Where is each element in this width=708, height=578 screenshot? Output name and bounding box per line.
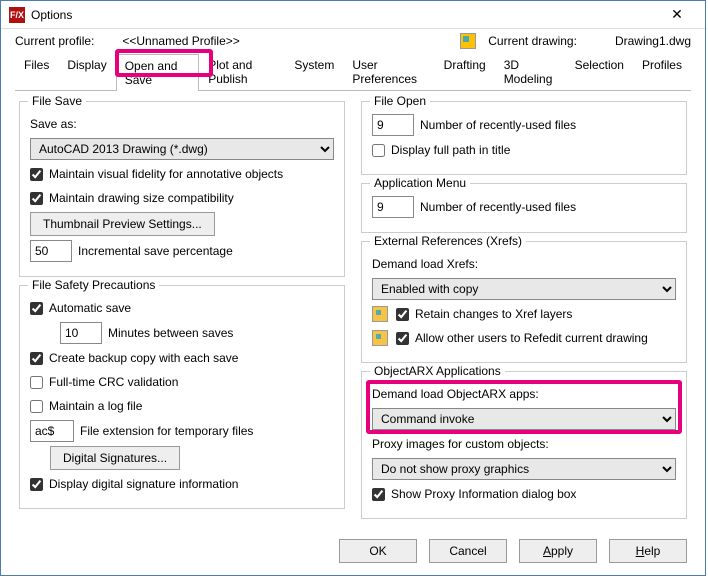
retain-xref-checkbox[interactable] xyxy=(396,308,409,321)
display-sig-checkbox[interactable] xyxy=(30,478,43,491)
profile-label: Current profile: xyxy=(15,34,94,48)
file-safety-title: File Safety Precautions xyxy=(28,278,159,292)
window-title: Options xyxy=(31,8,657,22)
proxy-images-label: Proxy images for custom objects: xyxy=(372,437,549,451)
thumbnail-preview-button[interactable]: Thumbnail Preview Settings... xyxy=(30,212,215,236)
save-as-select[interactable]: AutoCAD 2013 Drawing (*.dwg) xyxy=(30,138,334,160)
file-save-title: File Save xyxy=(28,94,86,108)
demand-xrefs-label: Demand load Xrefs: xyxy=(372,257,478,271)
recent-files-input[interactable] xyxy=(372,114,414,136)
group-xrefs: External References (Xrefs) Demand load … xyxy=(361,241,687,363)
proxy-images-select[interactable]: Do not show proxy graphics xyxy=(372,458,676,480)
show-proxy-label: Show Proxy Information dialog box xyxy=(391,487,576,501)
tab-drafting[interactable]: Drafting xyxy=(435,53,495,90)
tab-system[interactable]: System xyxy=(285,53,343,90)
auto-save-checkbox[interactable] xyxy=(30,302,43,315)
display-sig-label: Display digital signature information xyxy=(49,477,238,491)
tab-open-and-save[interactable]: Open and Save xyxy=(116,54,200,91)
crc-checkbox[interactable] xyxy=(30,376,43,389)
apply-rest: pply xyxy=(551,544,573,558)
appmenu-recent-input[interactable] xyxy=(372,196,414,218)
xref-allow-icon xyxy=(372,330,388,346)
demand-xrefs-select[interactable]: Enabled with copy xyxy=(372,278,676,300)
group-objectarx: ObjectARX Applications Demand load Objec… xyxy=(361,371,687,519)
tab-3d-modeling[interactable]: 3D Modeling xyxy=(495,53,566,90)
tab-files[interactable]: Files xyxy=(15,53,58,90)
minutes-label: Minutes between saves xyxy=(108,326,233,340)
backup-label: Create backup copy with each save xyxy=(49,351,238,365)
group-file-safety: File Safety Precautions Automatic save M… xyxy=(19,285,345,509)
file-open-title: File Open xyxy=(370,94,430,108)
minutes-input[interactable] xyxy=(60,322,102,344)
maintain-visual-checkbox[interactable] xyxy=(30,168,43,181)
tab-display[interactable]: Display xyxy=(58,53,115,90)
demand-arx-select[interactable]: Command invoke xyxy=(372,408,676,430)
full-path-label: Display full path in title xyxy=(391,143,510,157)
group-app-menu: Application Menu Number of recently-used… xyxy=(361,183,687,233)
tabstrip: Files Display Open and Save Plot and Pub… xyxy=(15,53,691,91)
maintain-size-checkbox[interactable] xyxy=(30,192,43,205)
profile-row: Current profile: <<Unnamed Profile>> Cur… xyxy=(1,29,705,53)
allow-refedit-label: Allow other users to Refedit current dra… xyxy=(415,331,648,345)
tab-plot-publish[interactable]: Plot and Publish xyxy=(199,53,285,90)
titlebar: F/X Options ✕ xyxy=(1,1,705,29)
profile-value: <<Unnamed Profile>> xyxy=(122,34,239,48)
apply-button[interactable]: Apply xyxy=(519,539,597,563)
recent-files-label: Number of recently-used files xyxy=(420,118,576,132)
retain-xref-label: Retain changes to Xref layers xyxy=(415,307,572,321)
auto-save-label: Automatic save xyxy=(49,301,131,315)
full-path-checkbox[interactable] xyxy=(372,144,385,157)
group-file-open: File Open Number of recently-used files … xyxy=(361,101,687,175)
group-file-save: File Save Save as: AutoCAD 2013 Drawing … xyxy=(19,101,345,277)
arx-title: ObjectARX Applications xyxy=(370,364,505,378)
digital-signatures-button[interactable]: Digital Signatures... xyxy=(50,446,180,470)
show-proxy-checkbox[interactable] xyxy=(372,488,385,501)
ok-button[interactable]: OK xyxy=(339,539,417,563)
close-icon[interactable]: ✕ xyxy=(657,6,697,23)
app-menu-title: Application Menu xyxy=(370,176,470,190)
allow-refedit-checkbox[interactable] xyxy=(396,332,409,345)
incremental-save-input[interactable] xyxy=(30,240,72,262)
save-as-label: Save as: xyxy=(30,117,77,131)
dialog-buttons: OK Cancel Apply Help xyxy=(1,529,705,575)
file-ext-label: File extension for temporary files xyxy=(80,424,253,438)
xref-retain-icon xyxy=(372,306,388,322)
backup-checkbox[interactable] xyxy=(30,352,43,365)
tab-profiles[interactable]: Profiles xyxy=(633,53,691,90)
maintain-size-label: Maintain drawing size compatibility xyxy=(49,191,234,205)
drawing-value: Drawing1.dwg xyxy=(615,34,691,48)
file-ext-input[interactable] xyxy=(30,420,74,442)
logfile-label: Maintain a log file xyxy=(49,399,142,413)
demand-arx-label: Demand load ObjectARX apps: xyxy=(372,387,539,401)
drawing-icon xyxy=(460,33,476,49)
tab-user-preferences[interactable]: User Preferences xyxy=(343,53,434,90)
xrefs-title: External References (Xrefs) xyxy=(370,234,526,248)
help-button[interactable]: Help xyxy=(609,539,687,563)
incremental-save-label: Incremental save percentage xyxy=(78,244,233,258)
app-icon: F/X xyxy=(9,7,25,23)
tab-selection[interactable]: Selection xyxy=(566,53,633,90)
help-rest: elp xyxy=(644,544,660,558)
cancel-button[interactable]: Cancel xyxy=(429,539,507,563)
appmenu-recent-label: Number of recently-used files xyxy=(420,200,576,214)
crc-label: Full-time CRC validation xyxy=(49,375,178,389)
drawing-label: Current drawing: xyxy=(488,34,577,48)
logfile-checkbox[interactable] xyxy=(30,400,43,413)
maintain-visual-label: Maintain visual fidelity for annotative … xyxy=(49,167,283,181)
